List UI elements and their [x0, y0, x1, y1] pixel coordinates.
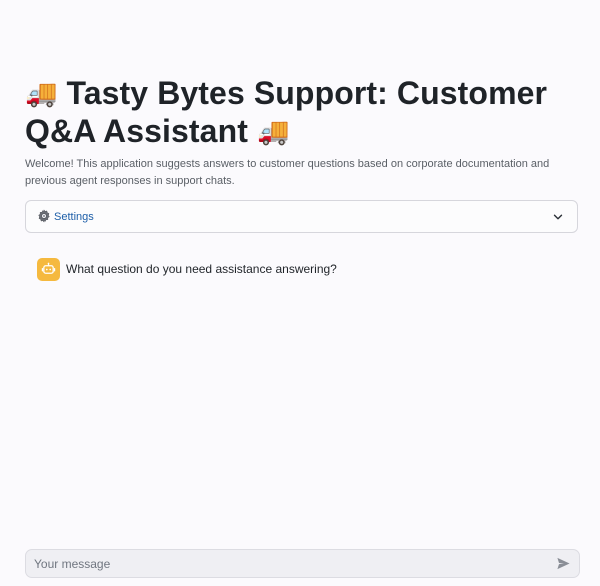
- chevron-down-icon[interactable]: [552, 211, 564, 223]
- chat-input-bar: [25, 549, 580, 578]
- chat-message: What question do you need assistance ans…: [37, 258, 577, 282]
- intro-text: Welcome! This application suggests answe…: [25, 158, 550, 187]
- gear-icon: [38, 209, 50, 223]
- bot-icon: [41, 262, 56, 274]
- app-page: 🚚 Tasty Bytes Support: Customer Q&A Assi…: [0, 0, 600, 586]
- send-icon[interactable]: [556, 556, 571, 571]
- chat-message-text: What question do you need assistance ans…: [66, 262, 337, 276]
- chat-message-input[interactable]: [32, 553, 546, 575]
- truck-icon: 🚚: [256, 116, 290, 146]
- assistant-avatar: [37, 258, 60, 281]
- page-title: 🚚 Tasty Bytes Support: Customer Q&A Assi…: [25, 74, 585, 150]
- settings-expander[interactable]: Settings: [25, 200, 578, 233]
- truck-icon: 🚚: [25, 78, 58, 108]
- settings-label: Settings: [54, 211, 94, 223]
